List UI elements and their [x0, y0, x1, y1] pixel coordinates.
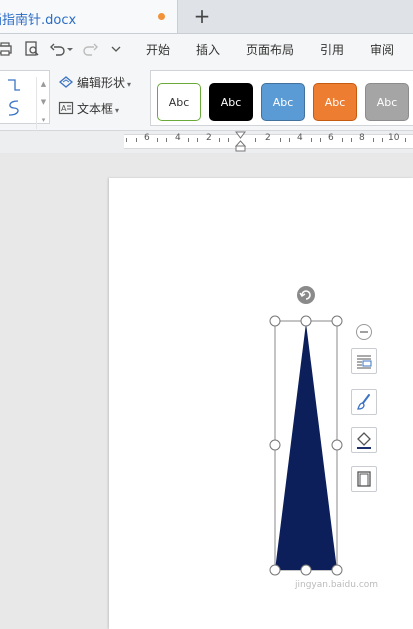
edit-shape-icon — [58, 76, 74, 88]
shape-fill-button[interactable] — [351, 389, 377, 415]
ruler-label: 4 — [297, 133, 303, 143]
ruler-label: 2 — [265, 133, 271, 143]
shape-styles-gallery: Abc Abc Abc Abc Abc — [150, 70, 413, 126]
shape-outline-button[interactable] — [351, 427, 377, 453]
ruler-tick — [157, 138, 158, 142]
resize-handle-right[interactable] — [331, 439, 343, 451]
ruler-tick — [351, 138, 352, 142]
document-tab[interactable]: 画指南针.docx — [0, 0, 178, 33]
new-tab-button[interactable]: + — [191, 3, 213, 29]
ruler-tick — [405, 138, 406, 142]
undo-dropdown-icon[interactable] — [65, 40, 75, 58]
ruler-tick — [382, 138, 383, 142]
textbox-caret-icon: ▾ — [115, 106, 120, 115]
gallery-scrollbar[interactable]: ▲ ▼ ▾ — [36, 77, 50, 129]
textbox-button[interactable]: A 文本框 ▾ — [58, 100, 119, 117]
edit-shape-caret-icon: ▾ — [127, 80, 132, 89]
textbox-icon: A — [58, 101, 74, 115]
ruler-tick — [280, 138, 281, 142]
ruler-label: 2 — [206, 133, 212, 143]
indent-marker-icon[interactable] — [235, 131, 246, 153]
ruler-label: 6 — [328, 133, 334, 143]
ruler-tick — [311, 138, 312, 142]
curve-connector-icon[interactable] — [6, 99, 22, 117]
shape-style-2[interactable]: Abc — [209, 83, 253, 121]
resize-handle-top-right[interactable] — [331, 315, 343, 327]
edit-shape-button[interactable]: 编辑形状 ▾ — [58, 74, 131, 91]
ruler-tick — [126, 138, 127, 142]
wrap-text-button[interactable] — [351, 348, 377, 374]
layout-options-button[interactable] — [351, 466, 377, 492]
menu-bar: 开始 插入 页面布局 引用 审阅 — [0, 34, 413, 64]
textbox-label: 文本框 — [77, 102, 114, 116]
unsaved-indicator-icon — [158, 13, 165, 20]
horizontal-ruler[interactable]: 6 4 2 2 4 6 8 10 — [0, 131, 413, 153]
ruler-label: 6 — [144, 133, 150, 143]
ruler-tick — [289, 138, 290, 142]
menu-references[interactable]: 引用 — [320, 41, 344, 58]
ruler-label: 8 — [359, 133, 365, 143]
ruler-tick — [320, 138, 321, 142]
gallery-scroll-down-icon[interactable]: ▼ — [39, 97, 48, 107]
layout-frame-icon — [357, 471, 371, 487]
resize-handle-top-left[interactable] — [269, 315, 281, 327]
shape-style-5[interactable]: Abc — [365, 83, 409, 121]
resize-handle-top[interactable] — [300, 315, 312, 327]
gallery-scroll-up-icon[interactable]: ▲ — [39, 79, 48, 89]
ruler-tick — [255, 138, 256, 142]
ruler-tick — [228, 138, 229, 142]
menu-page-layout[interactable]: 页面布局 — [246, 41, 294, 58]
paint-bucket-icon — [357, 432, 371, 449]
paint-brush-icon — [357, 394, 370, 410]
ruler-tick — [373, 138, 374, 142]
print-icon[interactable] — [0, 40, 14, 58]
watermark: jingyan.baidu.com — [295, 580, 379, 590]
ruler-tick — [136, 138, 137, 142]
ruler-label: 4 — [175, 133, 181, 143]
resize-handle-bottom-right[interactable] — [331, 564, 343, 576]
shape-gallery[interactable]: ▲ ▼ ▾ — [0, 70, 50, 129]
menu-review[interactable]: 审阅 — [370, 41, 394, 58]
quick-access-more-icon[interactable] — [109, 40, 123, 58]
ruler-label: 10 — [388, 133, 400, 143]
menu-home[interactable]: 开始 — [146, 41, 170, 58]
ruler-tick — [188, 138, 189, 142]
resize-handle-left[interactable] — [269, 439, 281, 451]
resize-handle-bottom[interactable] — [300, 564, 312, 576]
wrap-text-icon — [357, 355, 372, 369]
collapse-toolbar-icon[interactable] — [355, 323, 373, 341]
ruler-tick — [342, 138, 343, 142]
print-preview-icon[interactable] — [23, 40, 41, 58]
rotate-handle-icon[interactable] — [297, 286, 315, 304]
shape-style-1[interactable]: Abc — [157, 83, 201, 121]
ruler-tick — [219, 138, 220, 142]
elbow-connector-icon[interactable] — [6, 77, 22, 93]
triangle-shape[interactable] — [275, 323, 337, 570]
shape-style-3[interactable]: Abc — [261, 83, 305, 121]
redo-icon[interactable] — [81, 40, 99, 58]
edit-shape-label: 编辑形状 — [77, 76, 126, 90]
menu-insert[interactable]: 插入 — [196, 41, 220, 58]
selected-shape[interactable] — [262, 283, 354, 581]
svg-text:A: A — [61, 104, 67, 113]
shape-style-4[interactable]: Abc — [313, 83, 357, 121]
tab-bar: 画指南针.docx + — [0, 0, 413, 34]
ribbon: ▲ ▼ ▾ 编辑形状 ▾ A 文本框 ▾ Abc Abc Abc Abc Abc — [0, 64, 413, 131]
ruler-tick — [197, 138, 198, 142]
resize-handle-bottom-left[interactable] — [269, 564, 281, 576]
gallery-expand-icon[interactable]: ▾ — [39, 115, 48, 125]
ruler-tick — [166, 138, 167, 142]
document-tab-title: 画指南针.docx — [0, 13, 77, 28]
